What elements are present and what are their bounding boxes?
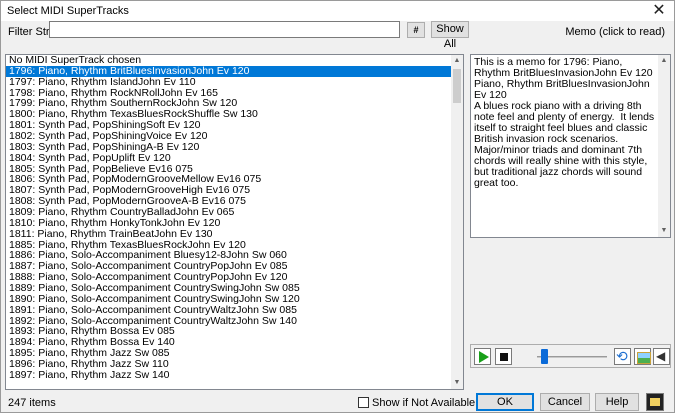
show-all-button[interactable]: Show All (431, 21, 469, 50)
list-item[interactable]: 1797: Piano, Rhythm IslandJohn Ev 110 (6, 76, 452, 88)
loop-icon[interactable] (614, 348, 631, 365)
stop-icon[interactable] (495, 348, 512, 365)
window-title: Select MIDI SuperTracks (7, 5, 129, 17)
list-scrollbar[interactable]: ▲ ▼ (451, 55, 463, 389)
position-slider-track[interactable] (537, 356, 607, 358)
title-bar: Select MIDI SuperTracks ✕ (1, 1, 674, 21)
ok-button[interactable]: OK (476, 393, 534, 411)
hash-button[interactable]: # (407, 22, 425, 38)
film-icon[interactable] (646, 393, 664, 411)
cancel-button[interactable]: Cancel (540, 393, 590, 411)
scroll-thumb[interactable] (453, 69, 461, 103)
memo-header[interactable]: Memo (click to read) (565, 26, 665, 38)
picture-icon[interactable] (634, 348, 651, 365)
position-slider-thumb[interactable] (540, 349, 548, 364)
play-icon[interactable] (474, 348, 491, 365)
scroll-up-icon[interactable]: ▲ (451, 55, 463, 67)
list-item[interactable]: 1897: Piano, Rhythm Jazz Sw 140 (6, 370, 452, 381)
item-count: 247 items (8, 397, 56, 409)
list-item[interactable]: 1811: Piano, Rhythm TrainBeatJohn Ev 130 (6, 228, 452, 240)
filter-string-input[interactable] (49, 21, 400, 38)
scroll-down-icon[interactable]: ▼ (658, 225, 670, 237)
supertrack-list[interactable]: No MIDI SuperTrack chosen 1796: Piano, Rh… (5, 54, 464, 390)
help-button[interactable]: Help (595, 393, 639, 411)
supertrack-list-items: No MIDI SuperTrack chosen 1796: Piano, Rh… (6, 55, 452, 389)
memo-scrollbar[interactable]: ▲ ▼ (658, 55, 670, 237)
scroll-up-icon[interactable]: ▲ (658, 55, 670, 67)
select-midi-supertracks-dialog: Select MIDI SuperTracks ✕ Filter String … (0, 0, 675, 413)
scroll-down-icon[interactable]: ▼ (451, 377, 463, 389)
memo-text: This is a memo for 1796: Piano, Rhythm B… (474, 56, 655, 189)
show-not-available-checkbox[interactable] (358, 397, 369, 408)
memo-box[interactable]: This is a memo for 1796: Piano, Rhythm B… (470, 54, 671, 238)
list-item[interactable]: 1804: Synth Pad, PopUplift Ev 120 (6, 152, 452, 164)
preview-player (470, 344, 671, 368)
list-item[interactable]: 1891: Piano, Solo-Accompaniment CountryW… (6, 304, 452, 316)
speaker-icon[interactable] (653, 348, 670, 365)
close-icon[interactable]: ✕ (650, 2, 668, 20)
